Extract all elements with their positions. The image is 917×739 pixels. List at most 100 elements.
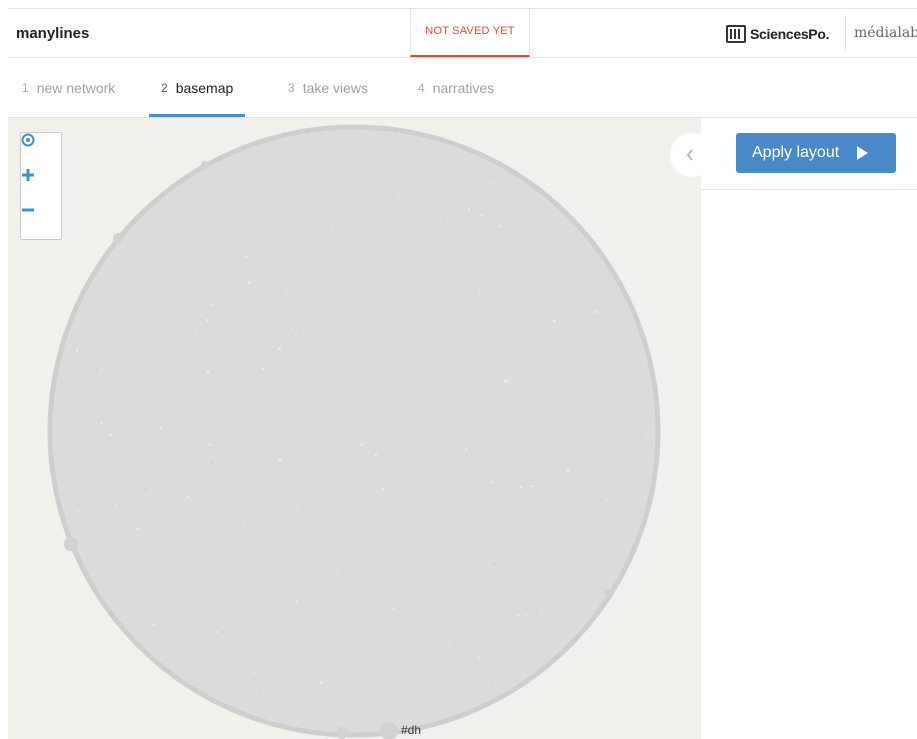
network-node xyxy=(85,283,90,287)
step-number: 4 xyxy=(418,80,425,95)
network-node xyxy=(242,523,245,526)
network-node xyxy=(48,410,53,414)
network-node[interactable] xyxy=(604,589,612,597)
network-node xyxy=(96,513,99,516)
network-node xyxy=(215,630,219,634)
network-node xyxy=(163,667,168,672)
zoom-out-button[interactable] xyxy=(21,203,61,237)
network-node xyxy=(232,301,235,303)
network-node xyxy=(478,291,481,294)
network-node xyxy=(53,483,57,488)
network-node[interactable] xyxy=(64,537,78,551)
network-node xyxy=(256,613,258,615)
logo-divider xyxy=(845,15,846,51)
network-node xyxy=(498,225,501,228)
network-node xyxy=(108,611,112,615)
sciencespo-logo[interactable]: SciencesPo. xyxy=(726,23,830,45)
network-map-canvas[interactable]: #dh xyxy=(8,118,701,739)
network-node xyxy=(330,227,333,230)
network-node xyxy=(491,682,494,685)
network-node[interactable] xyxy=(336,727,348,739)
app-brand[interactable]: manylines xyxy=(16,25,89,42)
network-node xyxy=(420,133,424,137)
step-label: new network xyxy=(36,79,116,96)
network-node xyxy=(364,426,367,429)
apply-layout-button[interactable]: Apply layout xyxy=(736,133,896,173)
network-node xyxy=(184,174,190,180)
network-node xyxy=(136,443,138,445)
network-node xyxy=(438,137,443,142)
network-node xyxy=(258,689,261,692)
network-node xyxy=(187,495,190,499)
network-node xyxy=(152,623,155,626)
step-narratives[interactable]: 4 narratives xyxy=(418,58,494,117)
network-node xyxy=(536,279,539,282)
network-node xyxy=(630,553,634,556)
network-node xyxy=(652,384,658,390)
network-node xyxy=(380,326,382,329)
network-node xyxy=(310,414,313,417)
network-node xyxy=(496,442,498,444)
network-node xyxy=(504,379,508,383)
network-node xyxy=(412,322,415,325)
network-node xyxy=(273,723,277,726)
network-node xyxy=(362,639,365,642)
network-node xyxy=(308,362,311,365)
medialab-logo[interactable]: médialab xyxy=(854,25,917,41)
network-node xyxy=(241,456,244,459)
network-node xyxy=(151,505,154,507)
network-node[interactable] xyxy=(201,161,209,169)
network-node xyxy=(340,570,343,573)
network-node xyxy=(248,281,251,285)
network-node xyxy=(160,192,165,197)
network-node xyxy=(503,694,506,697)
network-node xyxy=(188,331,190,333)
network-node xyxy=(356,733,360,737)
recenter-button[interactable] xyxy=(21,133,61,167)
network-node xyxy=(572,376,575,378)
network-node xyxy=(577,634,580,638)
network-node xyxy=(360,443,364,447)
network-node xyxy=(282,132,287,138)
network-node xyxy=(324,732,328,735)
network-node xyxy=(442,220,445,224)
network-node xyxy=(133,534,137,538)
save-status-badge[interactable]: NOT SAVED YET xyxy=(410,9,530,57)
network-node xyxy=(286,367,288,370)
step-label: narratives xyxy=(432,79,495,96)
network-node xyxy=(324,599,327,602)
step-new-network[interactable]: 1 new network xyxy=(22,58,115,117)
step-basemap[interactable]: 2 basemap xyxy=(149,58,246,117)
network-node xyxy=(87,577,90,581)
network-node xyxy=(76,380,78,383)
collapse-panel-button[interactable] xyxy=(670,133,714,177)
network-node xyxy=(458,480,460,482)
network-node xyxy=(443,533,446,536)
network-node xyxy=(517,613,520,617)
network-node xyxy=(115,504,118,507)
network-node[interactable] xyxy=(113,233,123,243)
network-node xyxy=(106,529,109,532)
network-node xyxy=(417,630,420,633)
network-node xyxy=(229,523,231,525)
network-node xyxy=(330,472,332,474)
network-node xyxy=(320,681,324,685)
network-node xyxy=(477,656,480,659)
network-node xyxy=(262,367,265,371)
network-node xyxy=(567,245,569,248)
network-node xyxy=(303,728,308,734)
network-node-cloud xyxy=(47,124,661,738)
network-node xyxy=(380,479,383,481)
network-node xyxy=(239,507,242,510)
minus-icon xyxy=(22,208,34,212)
network-node xyxy=(77,503,80,507)
network-graph[interactable] xyxy=(8,118,701,739)
zoom-in-button[interactable] xyxy=(21,168,61,202)
network-node xyxy=(505,191,508,194)
network-node xyxy=(167,397,170,399)
network-node xyxy=(381,487,385,491)
step-take-views[interactable]: 3 take views xyxy=(288,58,368,117)
network-node xyxy=(639,436,643,439)
node-label-dh: #dh xyxy=(401,723,422,737)
network-node xyxy=(439,720,444,725)
